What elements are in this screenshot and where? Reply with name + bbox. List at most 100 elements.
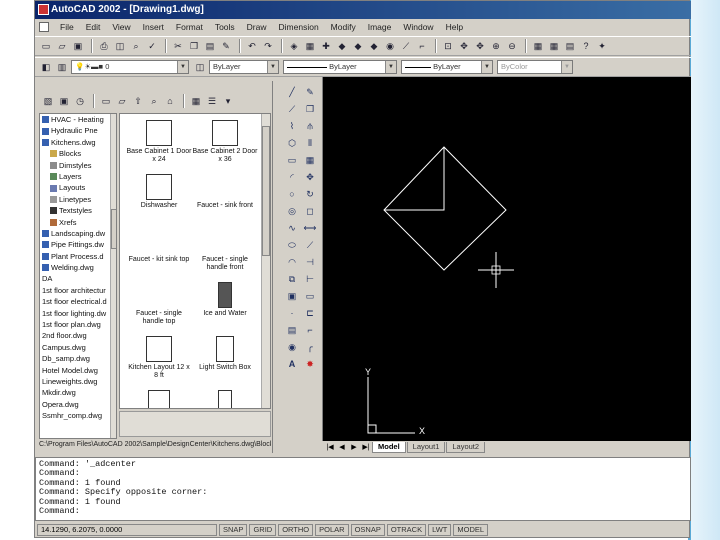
menu-window[interactable]: Window bbox=[398, 22, 438, 32]
palette-item[interactable] bbox=[126, 390, 192, 408]
snap-from-icon[interactable]: ▦ bbox=[303, 39, 317, 53]
dc-favorites-icon[interactable]: ▣ bbox=[57, 94, 71, 108]
tree-item[interactable]: Pipe Fittings.dw bbox=[40, 239, 116, 250]
tree-item[interactable]: DA bbox=[40, 273, 116, 284]
tree-item[interactable]: Db_samp.dwg bbox=[40, 353, 116, 364]
tree-item[interactable]: Xrefs bbox=[40, 217, 116, 228]
lengthen-icon[interactable]: ⟋ bbox=[303, 238, 317, 252]
polyline-icon[interactable]: ⌇ bbox=[285, 119, 299, 133]
dc-home-icon[interactable]: ⌂ bbox=[163, 94, 177, 108]
tree-item[interactable]: Landscaping.dw bbox=[40, 228, 116, 239]
palette-item[interactable]: Base Cabinet 2 Door x 36 bbox=[192, 120, 258, 164]
menu-tools[interactable]: Tools bbox=[210, 22, 240, 32]
hyperlink-icon[interactable]: ◈ bbox=[287, 39, 301, 53]
polar-button[interactable]: POLAR bbox=[315, 524, 349, 536]
paste-icon[interactable]: ▤ bbox=[203, 39, 217, 53]
palette-item[interactable]: Ice and Water bbox=[192, 282, 258, 318]
spline-icon[interactable]: ∿ bbox=[285, 221, 299, 235]
redo-icon[interactable]: ↷ bbox=[261, 39, 275, 53]
menu-file[interactable]: File bbox=[55, 22, 79, 32]
diamond-shape[interactable] bbox=[383, 146, 507, 271]
color-combo[interactable]: ByLayer ▼ bbox=[209, 60, 279, 74]
palette-scroll-thumb[interactable] bbox=[262, 126, 270, 256]
next-tab-icon[interactable]: ▶ bbox=[348, 443, 360, 451]
tab-model[interactable]: Model bbox=[372, 441, 406, 453]
tree-item[interactable]: Layouts bbox=[40, 182, 116, 193]
tree-item[interactable]: Lineweights.dwg bbox=[40, 376, 116, 387]
tree-item[interactable]: Welding.dwg bbox=[40, 262, 116, 273]
chamfer-icon[interactable]: ⌐ bbox=[303, 323, 317, 337]
3d-orbit-icon[interactable]: ◆ bbox=[351, 39, 365, 53]
chevron-down-icon[interactable]: ▼ bbox=[561, 61, 572, 73]
lwt-button[interactable]: LWT bbox=[428, 524, 452, 536]
model-button[interactable]: MODEL bbox=[453, 524, 489, 536]
chevron-down-icon[interactable]: ▼ bbox=[385, 61, 396, 73]
line-icon[interactable]: ╱ bbox=[285, 85, 299, 99]
palette-item[interactable]: Base Cabinet 1 Door x 24 bbox=[126, 120, 192, 164]
palette-item[interactable] bbox=[192, 390, 258, 408]
dc-open-icon[interactable]: ▱ bbox=[115, 94, 129, 108]
menu-view[interactable]: View bbox=[107, 22, 135, 32]
ellipse-icon[interactable]: ⬭ bbox=[285, 238, 299, 252]
explode-icon[interactable]: ✸ bbox=[303, 357, 317, 371]
command-line[interactable]: Command: '_adcenter Command: Command: 1 … bbox=[35, 457, 691, 521]
dc-description-icon[interactable]: ☰ bbox=[205, 94, 219, 108]
dc-preview-icon[interactable]: ▦ bbox=[189, 94, 203, 108]
circle-icon[interactable]: ○ bbox=[285, 187, 299, 201]
distance-icon[interactable]: ⟋ bbox=[399, 39, 413, 53]
spell-icon[interactable]: ✓ bbox=[145, 39, 159, 53]
snap-button[interactable]: SNAP bbox=[219, 524, 248, 536]
copy-icon[interactable]: ❐ bbox=[187, 39, 201, 53]
folder-tree[interactable]: HVAC - Heating Hydraulic Pne Kitchens.dw… bbox=[39, 113, 117, 439]
break-icon[interactable]: ▭ bbox=[303, 289, 317, 303]
linetype-combo[interactable]: ByLayer ▼ bbox=[283, 60, 397, 74]
palette-item[interactable]: Light Switch Box bbox=[192, 336, 258, 372]
stretch-icon[interactable]: ⟷ bbox=[303, 221, 317, 235]
dc-tree-toggle-icon[interactable]: ▧ bbox=[41, 94, 55, 108]
dc-up-icon[interactable]: ⇧ bbox=[131, 94, 145, 108]
region-icon[interactable]: ◉ bbox=[285, 340, 299, 354]
tree-item[interactable]: Textstyles bbox=[40, 205, 116, 216]
zoom-realtime-icon[interactable]: ✥ bbox=[473, 39, 487, 53]
rectangle-icon[interactable]: ▭ bbox=[285, 153, 299, 167]
insert-block-icon[interactable]: ⧉ bbox=[285, 272, 299, 286]
palette-item[interactable]: Dishwasher bbox=[126, 174, 192, 210]
menu-edit[interactable]: Edit bbox=[81, 22, 106, 32]
zoom-window-icon[interactable]: ⊡ bbox=[441, 39, 455, 53]
hatch-icon[interactable]: ▤ bbox=[285, 323, 299, 337]
new-icon[interactable]: ▭ bbox=[39, 39, 53, 53]
tree-item[interactable]: 1st floor architectur bbox=[40, 285, 116, 296]
polygon-icon[interactable]: ⬡ bbox=[285, 136, 299, 150]
make-block-icon[interactable]: ▣ bbox=[285, 289, 299, 303]
palette-item[interactable]: Faucet - kit sink top bbox=[126, 228, 192, 264]
save-icon[interactable]: ▣ bbox=[71, 39, 85, 53]
scale-icon[interactable]: ◻ bbox=[303, 204, 317, 218]
layer-combo[interactable]: 💡☀▬■ 0 ▼ bbox=[71, 60, 189, 74]
menu-format[interactable]: Format bbox=[171, 22, 208, 32]
otrack-button[interactable]: OTRACK bbox=[386, 524, 427, 536]
menu-modify[interactable]: Modify bbox=[326, 22, 361, 32]
palette-item[interactable]: Faucet - single handle front bbox=[192, 228, 258, 272]
menu-draw[interactable]: Draw bbox=[242, 22, 272, 32]
command-prompt[interactable]: Command: bbox=[39, 506, 687, 516]
tree-item[interactable]: 1st floor lighting.dw bbox=[40, 308, 116, 319]
copy-object-icon[interactable]: ❐ bbox=[303, 102, 317, 116]
undo-icon[interactable]: ↶ bbox=[245, 39, 259, 53]
rotate-icon[interactable]: ↻ bbox=[303, 187, 317, 201]
dc-history-icon[interactable]: ◷ bbox=[73, 94, 87, 108]
tool-palette-icon[interactable]: ▤ bbox=[563, 39, 577, 53]
tree-item[interactable]: 1st floor plan.dwg bbox=[40, 319, 116, 330]
palette-item[interactable]: Kitchen Layout 12 x 8 ft bbox=[126, 336, 192, 380]
print-icon[interactable]: ⎙ bbox=[97, 39, 111, 53]
dc-desktop-icon[interactable]: ▭ bbox=[99, 94, 113, 108]
tree-item[interactable]: Plant Process.d bbox=[40, 251, 116, 262]
tree-item[interactable]: Kitchens.dwg bbox=[40, 137, 116, 148]
tree-item[interactable]: Ssmhr_comp.dwg bbox=[40, 410, 116, 421]
properties-icon[interactable]: ▦ bbox=[531, 39, 545, 53]
grid-button[interactable]: GRID bbox=[249, 524, 277, 536]
tree-scroll-thumb[interactable] bbox=[111, 209, 116, 249]
match-properties-icon[interactable]: ✎ bbox=[219, 39, 233, 53]
extend-icon[interactable]: ⊢ bbox=[303, 272, 317, 286]
design-center-icon[interactable]: ▦ bbox=[547, 39, 561, 53]
construction-line-icon[interactable]: ⟋ bbox=[285, 102, 299, 116]
